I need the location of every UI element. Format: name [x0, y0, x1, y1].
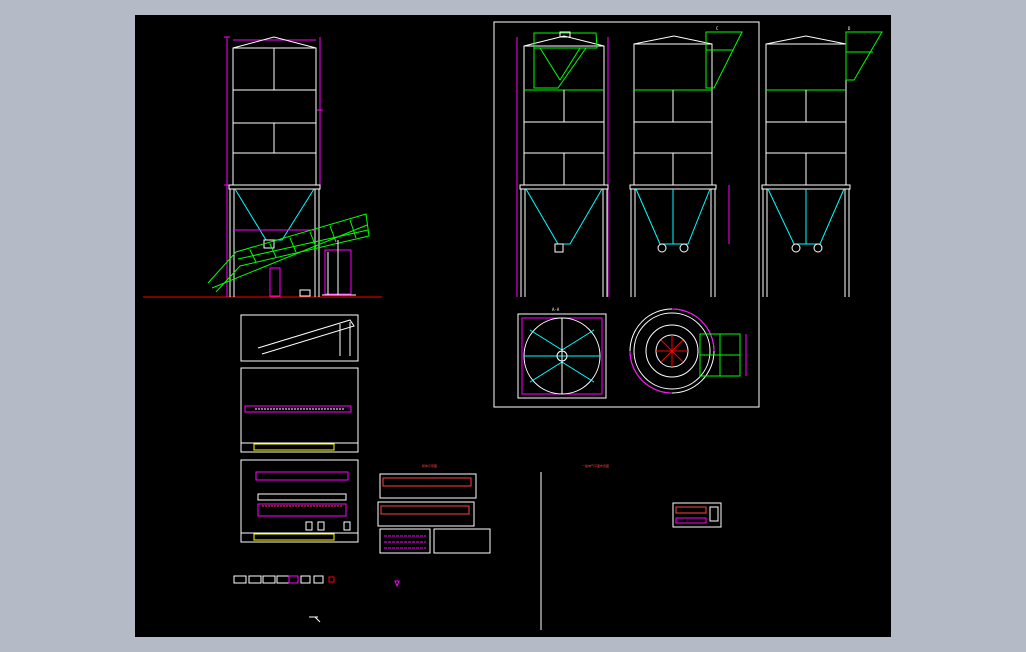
electrical-layout: 一般电气平面布置图: [582, 463, 722, 528]
symbol-legend-strip: [233, 575, 335, 584]
cad-model-space[interactable]: C D A-A 柜体示意图 一般电气平面布置图: [135, 15, 891, 637]
silo-side-elevation: [143, 36, 382, 298]
cad-drawing: C D A-A 柜体示意图 一般电气平面布置图: [143, 21, 883, 630]
cabinet-title: 柜体示意图: [422, 463, 437, 468]
conveyor-plan-sheet: [240, 367, 359, 453]
electric-plan-title: 一般电气平面布置图: [582, 463, 609, 468]
silo-elevation-rear: [761, 31, 883, 297]
silo-elevation-front: [516, 31, 609, 297]
detail-label-d: D: [848, 26, 851, 31]
plan-view-label: A-A: [552, 307, 560, 312]
detail-label-c: C: [716, 26, 719, 31]
silo-elevation-side: [629, 31, 743, 297]
silo-circular-plan: [629, 308, 747, 394]
conveyor-3d-sheet: [240, 314, 359, 362]
conveyor-detail-sheet: [240, 459, 359, 543]
silo-plan-view: A-A: [517, 307, 607, 399]
